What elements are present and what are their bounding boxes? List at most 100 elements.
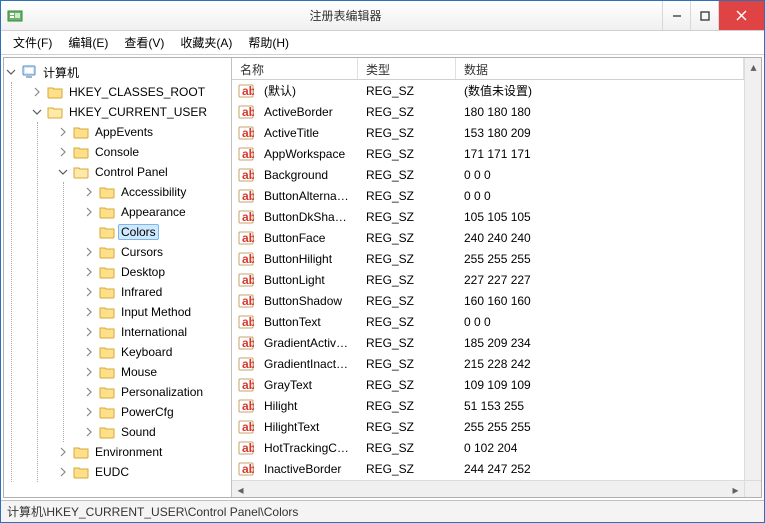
tree-label[interactable]: Mouse	[118, 364, 160, 380]
tree-node[interactable]: International	[82, 322, 231, 342]
value-row[interactable]: abActiveTitleREG_SZ153 180 209	[232, 122, 744, 143]
titlebar[interactable]: 注册表编辑器	[1, 1, 764, 31]
expand-icon[interactable]	[82, 205, 96, 219]
vertical-scrollbar[interactable]: ▴	[744, 58, 761, 480]
expand-icon[interactable]	[82, 425, 96, 439]
tree-pane[interactable]: 计算机 HKEY_CLASSES_ROOT HKEY_CURRENT_USER App…	[4, 58, 232, 497]
value-row[interactable]: abButtonLightREG_SZ227 227 227	[232, 269, 744, 290]
col-data[interactable]: 数据	[456, 58, 744, 79]
tree-label[interactable]: Console	[92, 144, 142, 160]
expand-icon[interactable]	[82, 185, 96, 199]
tree-label[interactable]: Appearance	[118, 204, 189, 220]
tree-node[interactable]: 计算机	[4, 62, 231, 82]
expand-icon[interactable]	[56, 125, 70, 139]
expand-icon[interactable]	[56, 465, 70, 479]
menu-edit[interactable]: 编辑(E)	[60, 32, 116, 53]
tree-label[interactable]: Desktop	[118, 264, 168, 280]
expand-icon[interactable]	[82, 365, 96, 379]
tree-label[interactable]: Personalization	[118, 384, 206, 400]
tree-node[interactable]: Infrared	[82, 282, 231, 302]
tree-node[interactable]: Appearance	[82, 202, 231, 222]
value-row[interactable]: abButtonShadowREG_SZ160 160 160	[232, 290, 744, 311]
tree-label[interactable]: HKEY_CLASSES_ROOT	[66, 84, 208, 100]
tree-label[interactable]: International	[118, 324, 190, 340]
value-row[interactable]: abGrayTextREG_SZ109 109 109	[232, 374, 744, 395]
tree-node[interactable]: EUDC	[56, 462, 231, 482]
value-row[interactable]: abButtonTextREG_SZ0 0 0	[232, 311, 744, 332]
expand-icon[interactable]	[82, 325, 96, 339]
scroll-left-icon[interactable]: ◂	[232, 481, 249, 497]
close-button[interactable]	[718, 1, 764, 30]
tree-node[interactable]: Control Panel	[56, 162, 231, 182]
tree-label[interactable]: Keyboard	[118, 344, 175, 360]
expand-icon[interactable]	[82, 305, 96, 319]
tree-node[interactable]: Mouse	[82, 362, 231, 382]
tree-label[interactable]: Cursors	[118, 244, 166, 260]
minimize-button[interactable]	[662, 1, 690, 30]
scroll-up-icon[interactable]: ▴	[745, 58, 761, 75]
tree-node[interactable]: AppEvents	[56, 122, 231, 142]
value-row[interactable]: abHilightTextREG_SZ255 255 255	[232, 416, 744, 437]
tree-node[interactable]: HKEY_CURRENT_USER	[30, 102, 231, 122]
menu-file[interactable]: 文件(F)	[5, 32, 60, 53]
value-row[interactable]: abButtonDkShad...REG_SZ105 105 105	[232, 206, 744, 227]
value-row[interactable]: abHotTrackingCo...REG_SZ0 102 204	[232, 437, 744, 458]
expand-icon[interactable]	[82, 385, 96, 399]
collapse-icon[interactable]	[30, 105, 44, 119]
expand-icon[interactable]	[56, 445, 70, 459]
list-header[interactable]: 名称 类型 数据	[232, 58, 744, 80]
tree-label[interactable]: Input Method	[118, 304, 194, 320]
value-row[interactable]: abButtonFaceREG_SZ240 240 240	[232, 227, 744, 248]
expand-icon[interactable]	[82, 285, 96, 299]
horizontal-scrollbar[interactable]: ◂ ▸	[232, 480, 761, 497]
tree-node[interactable]: Input Method	[82, 302, 231, 322]
tree-node[interactable]: HKEY_CLASSES_ROOT	[30, 82, 231, 102]
value-row[interactable]: abInactiveBorderREG_SZ244 247 252	[232, 458, 744, 479]
tree-label[interactable]: Colors	[118, 224, 159, 240]
maximize-button[interactable]	[690, 1, 718, 30]
value-row[interactable]: abGradientInactiv...REG_SZ215 228 242	[232, 353, 744, 374]
value-row[interactable]: abBackgroundREG_SZ0 0 0	[232, 164, 744, 185]
tree-node[interactable]: Sound	[82, 422, 231, 442]
tree-node[interactable]: Environment	[56, 442, 231, 462]
col-name[interactable]: 名称	[232, 58, 358, 79]
tree-node[interactable]: PowerCfg	[82, 402, 231, 422]
col-type[interactable]: 类型	[358, 58, 456, 79]
expand-icon[interactable]	[82, 405, 96, 419]
tree-node[interactable]: Personalization	[82, 382, 231, 402]
value-row[interactable]: ab(默认)REG_SZ(数值未设置)	[232, 80, 744, 101]
tree-label[interactable]: Sound	[118, 424, 159, 440]
tree-node[interactable]: Accessibility	[82, 182, 231, 202]
tree-node[interactable]: Cursors	[82, 242, 231, 262]
tree-label[interactable]: Accessibility	[118, 184, 189, 200]
tree-label[interactable]: Environment	[92, 444, 165, 460]
expand-icon[interactable]	[82, 345, 96, 359]
tree-node[interactable]: Colors	[82, 222, 231, 242]
collapse-icon[interactable]	[4, 65, 18, 79]
value-row[interactable]: abActiveBorderREG_SZ180 180 180	[232, 101, 744, 122]
scroll-right-icon[interactable]: ▸	[727, 481, 744, 497]
tree-node[interactable]: Keyboard	[82, 342, 231, 362]
menu-favorites[interactable]: 收藏夹(A)	[172, 32, 240, 53]
list-body[interactable]: ab(默认)REG_SZ(数值未设置)abActiveBorderREG_SZ1…	[232, 80, 744, 480]
tree-label[interactable]: Control Panel	[92, 164, 171, 180]
menu-help[interactable]: 帮助(H)	[240, 32, 297, 53]
value-row[interactable]: abHilightREG_SZ51 153 255	[232, 395, 744, 416]
tree-node[interactable]: Console	[56, 142, 231, 162]
tree-label[interactable]: HKEY_CURRENT_USER	[66, 104, 210, 120]
expand-icon[interactable]	[30, 85, 44, 99]
value-row[interactable]: abButtonAlternat...REG_SZ0 0 0	[232, 185, 744, 206]
tree-label[interactable]: AppEvents	[92, 124, 156, 140]
expand-icon[interactable]	[82, 265, 96, 279]
collapse-icon[interactable]	[56, 165, 70, 179]
tree-label[interactable]: Infrared	[118, 284, 165, 300]
expand-icon[interactable]	[56, 145, 70, 159]
menu-view[interactable]: 查看(V)	[116, 32, 172, 53]
tree-label[interactable]: EUDC	[92, 464, 132, 480]
expand-icon[interactable]	[82, 245, 96, 259]
tree-label[interactable]: 计算机	[40, 63, 82, 82]
tree-node[interactable]: Desktop	[82, 262, 231, 282]
value-row[interactable]: abButtonHilightREG_SZ255 255 255	[232, 248, 744, 269]
tree-label[interactable]: PowerCfg	[118, 404, 177, 420]
value-row[interactable]: abAppWorkspaceREG_SZ171 171 171	[232, 143, 744, 164]
